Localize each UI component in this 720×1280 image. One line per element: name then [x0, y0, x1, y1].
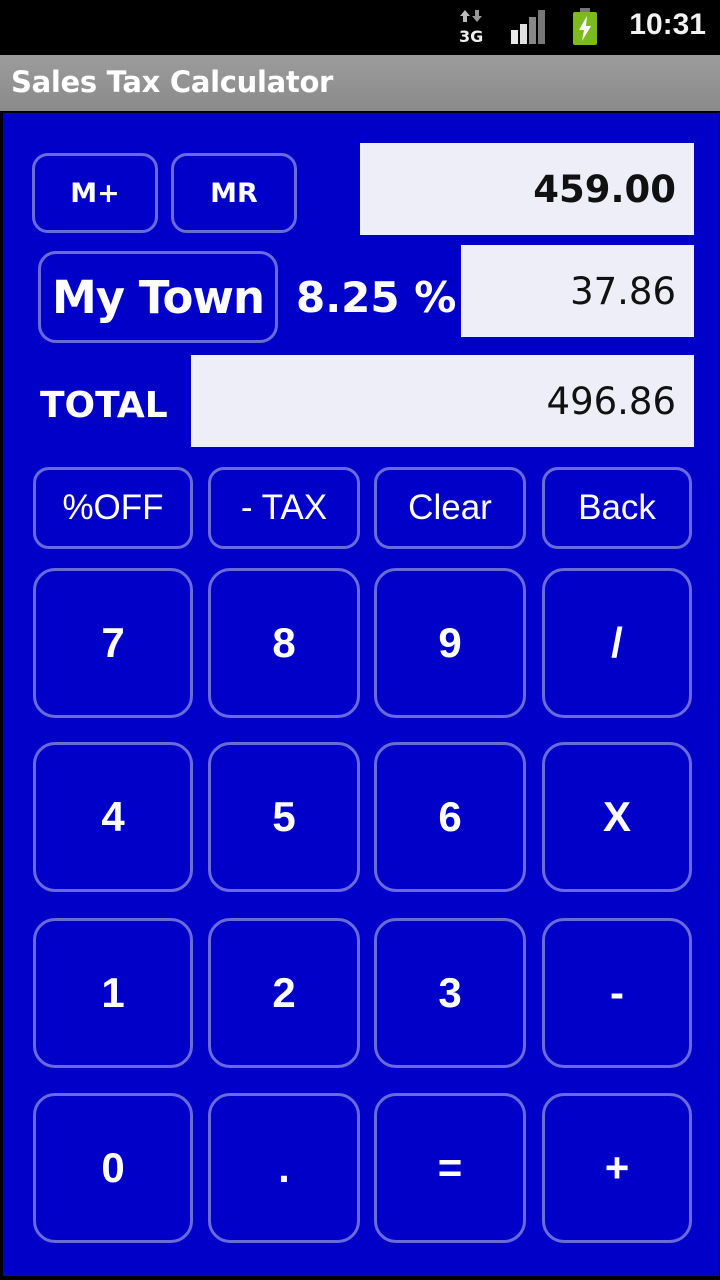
key-9[interactable]: 9	[374, 568, 526, 718]
clear-button[interactable]: Clear	[374, 467, 526, 549]
app-title: Sales Tax Calculator	[11, 65, 334, 99]
key-7[interactable]: 7	[33, 568, 193, 718]
tax-display[interactable]: 37.86	[461, 245, 694, 337]
status-bar: 3G 10:31	[0, 0, 720, 55]
signal-strength-icon	[511, 10, 545, 44]
data-3g-icon: 3G	[459, 10, 483, 44]
backspace-button[interactable]: Back	[542, 467, 692, 549]
add-button[interactable]: +	[542, 1093, 692, 1243]
memory-add-button[interactable]: M+	[32, 153, 158, 233]
equals-button[interactable]: =	[374, 1093, 526, 1243]
tax-rate-label: 8.25 %	[296, 273, 457, 322]
key-4[interactable]: 4	[33, 742, 193, 892]
title-bar: Sales Tax Calculator	[0, 55, 720, 111]
key-6[interactable]: 6	[374, 742, 526, 892]
minus-tax-button[interactable]: - TAX	[208, 467, 360, 549]
total-display[interactable]: 496.86	[191, 355, 694, 447]
multiply-button[interactable]: X	[542, 742, 692, 892]
clock: 10:31	[629, 8, 706, 41]
divide-button[interactable]: /	[542, 568, 692, 718]
percent-off-button[interactable]: %OFF	[33, 467, 193, 549]
key-1[interactable]: 1	[33, 918, 193, 1068]
key-5[interactable]: 5	[208, 742, 360, 892]
amount-display[interactable]: 459.00	[360, 143, 694, 235]
calculator-panel: M+ MR 459.00 My Town 8.25 % 37.86 TOTAL …	[3, 113, 719, 1276]
svg-text:3G: 3G	[459, 27, 483, 44]
battery-charging-icon	[573, 8, 597, 45]
key-3[interactable]: 3	[374, 918, 526, 1068]
memory-recall-button[interactable]: MR	[171, 153, 297, 233]
key-0[interactable]: 0	[33, 1093, 193, 1243]
key-8[interactable]: 8	[208, 568, 360, 718]
subtract-button[interactable]: -	[542, 918, 692, 1068]
total-label: TOTAL	[40, 385, 168, 426]
decimal-button[interactable]: .	[208, 1093, 360, 1243]
town-select-button[interactable]: My Town	[38, 251, 278, 343]
key-2[interactable]: 2	[208, 918, 360, 1068]
